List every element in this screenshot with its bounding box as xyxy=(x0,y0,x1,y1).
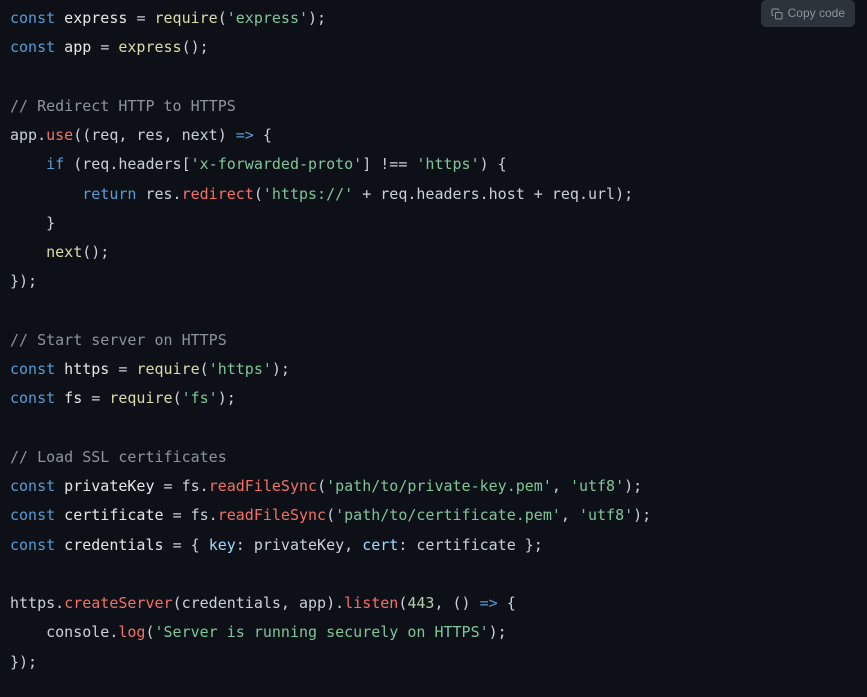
code-line: return res.redirect('https://' + req.hea… xyxy=(10,185,633,203)
copy-code-label: Copy code xyxy=(788,2,845,25)
code-block: const express = require('express'); cons… xyxy=(0,0,867,681)
code-line: // Start server on HTTPS xyxy=(10,331,227,349)
code-line: https.createServer(credentials, app).lis… xyxy=(10,594,516,612)
code-line: const https = require('https'); xyxy=(10,360,290,378)
code-line: const credentials = { key: privateKey, c… xyxy=(10,536,543,554)
code-line: next(); xyxy=(10,243,109,261)
code-line: }); xyxy=(10,653,37,671)
code-line: // Redirect HTTP to HTTPS xyxy=(10,97,236,115)
copy-code-button[interactable]: Copy code xyxy=(761,0,855,27)
code-line: const certificate = fs.readFileSync('pat… xyxy=(10,506,651,524)
code-line: const express = require('express'); xyxy=(10,9,326,27)
code-line: app.use((req, res, next) => { xyxy=(10,126,272,144)
code-line: // Load SSL certificates xyxy=(10,448,227,466)
code-line: const app = express(); xyxy=(10,38,209,56)
code-line: }); xyxy=(10,272,37,290)
code-line: const fs = require('fs'); xyxy=(10,389,236,407)
code-line: console.log('Server is running securely … xyxy=(10,623,507,641)
copy-icon xyxy=(771,8,783,20)
code-line: const privateKey = fs.readFileSync('path… xyxy=(10,477,642,495)
code-line: if (req.headers['x-forwarded-proto'] !==… xyxy=(10,155,507,173)
code-line: } xyxy=(10,214,55,232)
